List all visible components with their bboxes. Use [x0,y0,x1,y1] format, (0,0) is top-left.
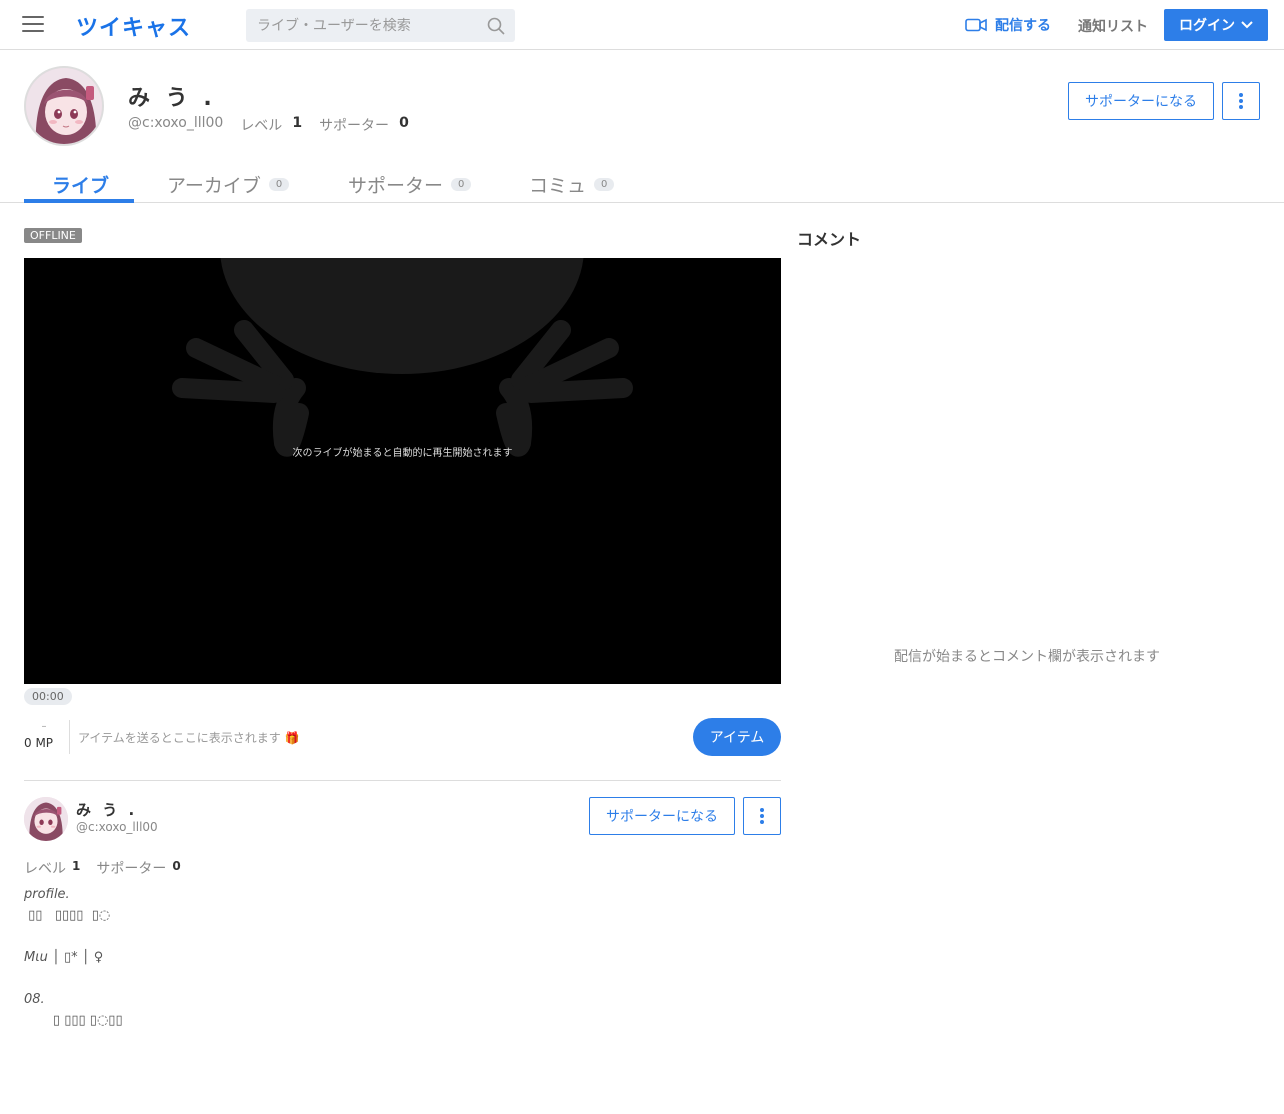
tab-community-count: 0 [594,177,615,191]
login-button[interactable]: ログイン [1164,9,1268,41]
card-handle: @c:xoxo_lll00 [76,820,158,834]
comment-title: コメント [797,230,862,249]
tab-supporter-label: サポーター [348,174,444,197]
menu-icon[interactable] [22,16,44,34]
divider [69,720,70,754]
video-player[interactable]: 次のライブが始まると自動的に再生開始されます [24,258,781,684]
card-name: み う . [76,801,138,819]
mp-dash: – [41,721,47,732]
tab-archive-label: アーカイブ [167,174,261,197]
notification-list-link[interactable]: 通知リスト [1078,16,1148,36]
offline-mascot-illustration [172,258,633,457]
mp-counter: – 0 MP [24,721,64,751]
profile-bio: profile. ▯▯ ▯▯▯▯ ▯◌ Mιu │ ▯* │ ♀ 08. ▯ ▯… [24,887,123,1028]
site-logo[interactable]: ツイキャス [76,10,191,42]
avatar-image [24,797,68,841]
avatar[interactable] [24,797,68,841]
card-more-options-button[interactable] [743,797,781,835]
tab-community[interactable]: コミュ 0 [529,166,615,202]
supporter-label: サポーター [319,118,390,134]
tab-archive[interactable]: アーカイブ 0 [167,166,290,202]
playback-timer: 00:00 [24,688,72,705]
tab-live-label: ライブ [52,174,110,197]
tab-community-label: コミュ [529,174,587,197]
item-button[interactable]: アイテム [693,718,781,756]
item-message: アイテムを送るとここに表示されます 🎁 [78,731,300,745]
level-value: 1 [292,115,303,131]
more-vertical-icon [1239,93,1243,109]
status-badge: OFFLINE [24,228,82,243]
card-become-supporter-button[interactable]: サポーターになる [589,797,735,835]
avatar-image [26,68,102,144]
active-tab-indicator [24,199,134,203]
profile-name: み う . [128,86,216,111]
card-level-label: レベル [24,861,66,877]
card-supporter-count: 0 [172,859,181,873]
card-level-value: 1 [72,859,81,873]
search-icon[interactable] [487,17,505,35]
tab-bar: ライブ アーカイブ 0 サポーター 0 コミュ 0 [0,158,1284,203]
login-label: ログイン [1179,18,1235,34]
tab-live[interactable]: ライブ [52,166,109,202]
search-box [246,9,515,42]
mp-value: 0 MP [24,736,54,750]
broadcast-label: 配信する [995,18,1051,34]
more-vertical-icon [760,808,764,824]
chevron-down-icon [1241,21,1253,29]
video-camera-icon [965,18,987,32]
divider [24,780,781,781]
become-supporter-button[interactable]: サポーターになる [1068,82,1214,120]
profile-meta: @c:xoxo_lll00 レベル 1 サポーター 0 [128,115,426,135]
card-meta: レベル 1 サポーター 0 [24,858,197,878]
level-label: レベル [240,118,283,134]
top-bar: ツイキャス 配信する 通知リスト ログイン [0,0,1284,50]
broadcast-button[interactable]: 配信する [965,15,1051,35]
more-options-button[interactable] [1222,82,1260,120]
card-supporter-label: サポーター [96,861,167,877]
tab-supporter-count: 0 [451,177,472,191]
avatar[interactable] [24,66,104,146]
profile-handle: @c:xoxo_lll00 [128,115,224,131]
search-input[interactable] [246,9,476,42]
player-message: 次のライブが始まると自動的に再生開始されます [292,448,513,459]
tab-supporter[interactable]: サポーター 0 [348,166,472,202]
comment-empty-message: 配信が始まるとコメント欄が表示されます [894,649,1160,665]
tab-archive-count: 0 [268,177,290,191]
supporter-count: 0 [399,115,409,131]
